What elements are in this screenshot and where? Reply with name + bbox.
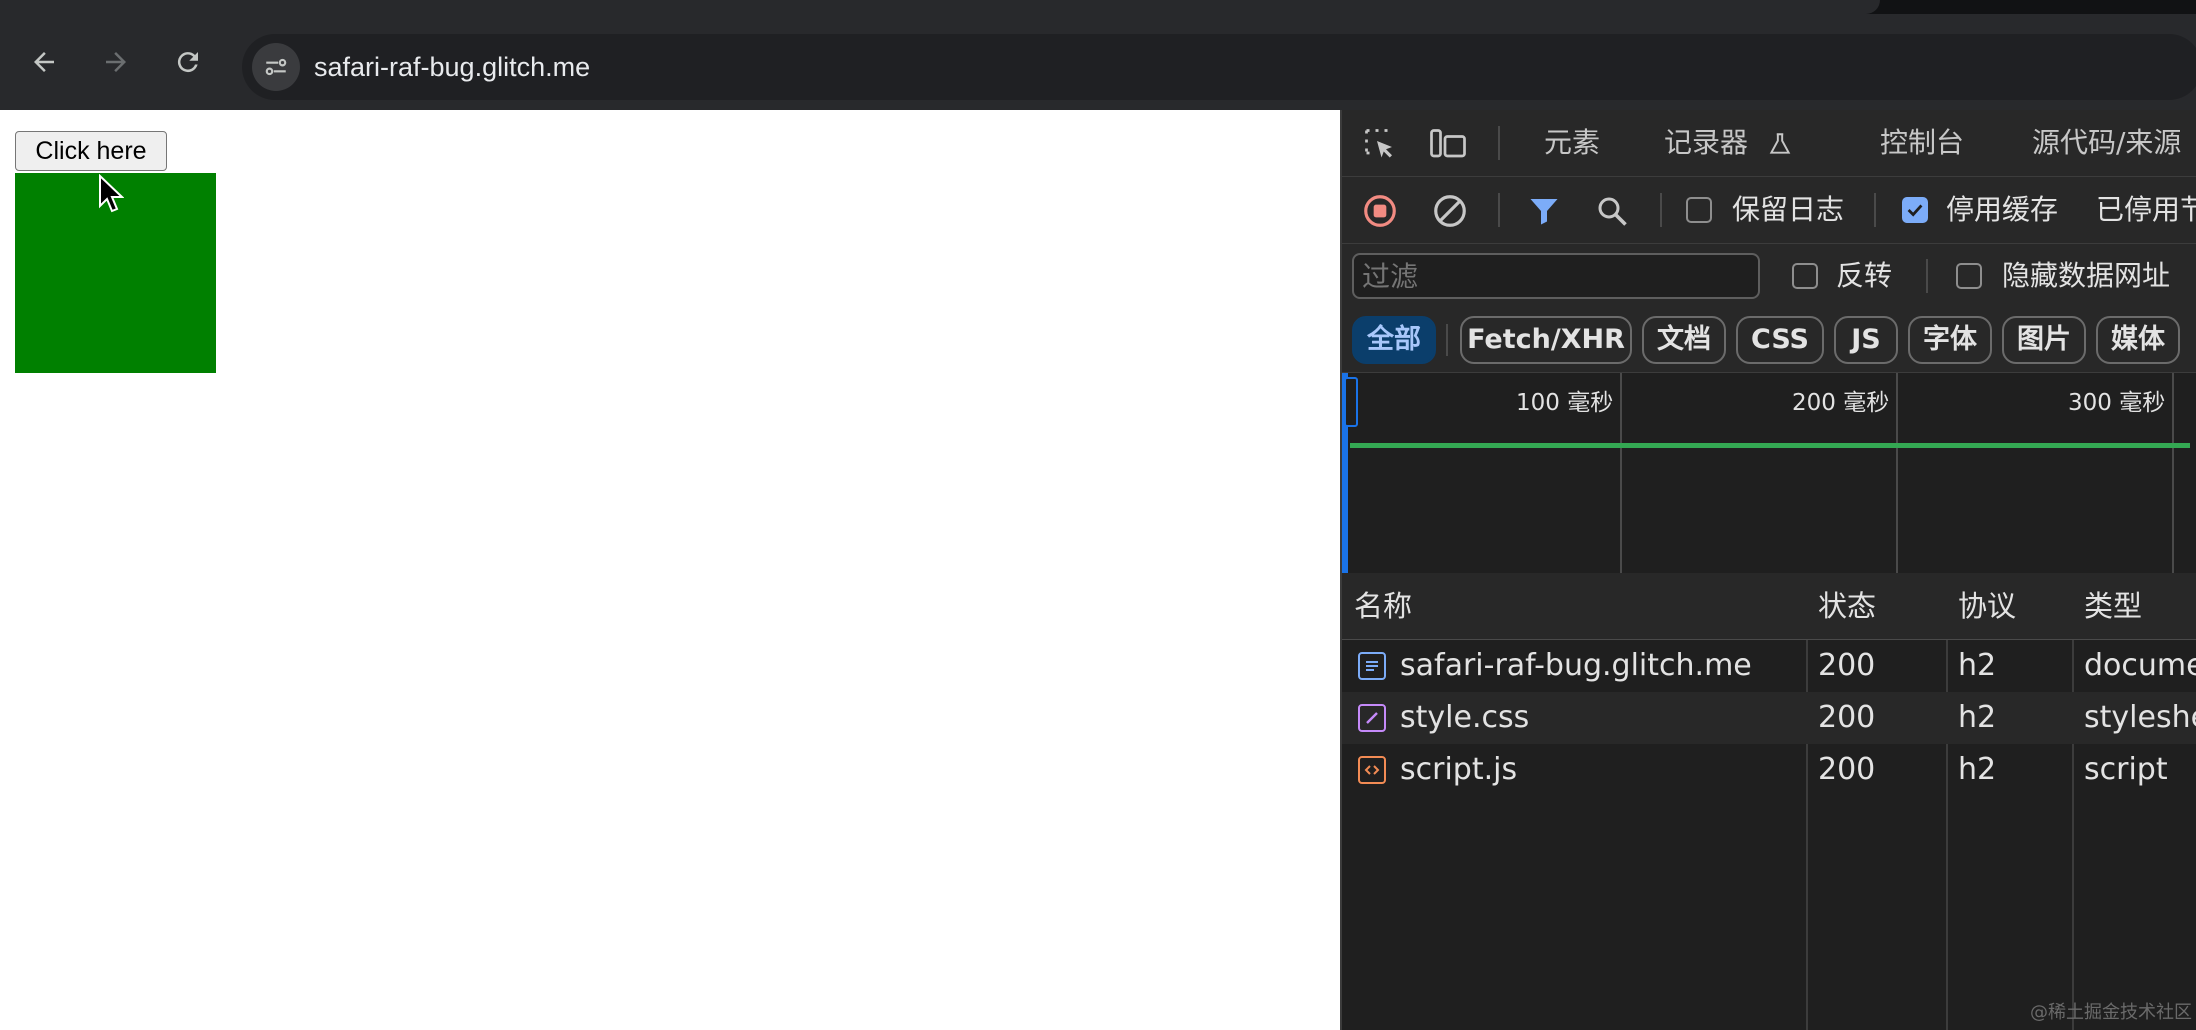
request-name: style.css bbox=[1400, 700, 1530, 735]
address-bar[interactable]: safari-raf-bug.glitch.me bbox=[242, 34, 2196, 100]
timeline-tick-label: 300 毫秒 bbox=[2068, 390, 2166, 416]
type-filter-fetch-xhr[interactable]: Fetch/XHR bbox=[1460, 316, 1632, 364]
type-filter-font[interactable]: 字体 bbox=[1908, 316, 1992, 364]
request-name: safari-raf-bug.glitch.me bbox=[1400, 648, 1752, 683]
type-filter-bar: 全部 Fetch/XHR 文档 CSS JS 字体 图片 媒体 bbox=[1342, 308, 2196, 373]
filter-input[interactable] bbox=[1352, 253, 1760, 299]
filter-separator bbox=[1926, 259, 1928, 293]
table-row[interactable]: script.js 200 h2 script bbox=[1342, 744, 2196, 796]
network-overview-timeline[interactable]: 100 毫秒 200 毫秒 300 毫秒 bbox=[1342, 373, 2196, 574]
timeline-gridline bbox=[1896, 373, 1898, 573]
forward-icon[interactable] bbox=[96, 42, 136, 82]
table-row[interactable]: safari-raf-bug.glitch.me 200 h2 document bbox=[1342, 640, 2196, 692]
timeline-tick-label: 200 毫秒 bbox=[1792, 390, 1890, 416]
request-type: document bbox=[2084, 648, 2196, 683]
browser-toolbar: safari-raf-bug.glitch.me bbox=[0, 14, 2196, 110]
preserve-log-checkbox[interactable] bbox=[1686, 197, 1712, 223]
filter-bar: 反转 隐藏数据网址 bbox=[1342, 244, 2196, 308]
request-protocol: h2 bbox=[1958, 648, 1997, 683]
mouse-cursor-icon bbox=[99, 174, 124, 213]
request-type: stylesheet bbox=[2084, 700, 2196, 735]
url-text[interactable]: safari-raf-bug.glitch.me bbox=[314, 34, 590, 100]
devtools-panel: 元素 记录器 控制台 源代码/来源 保留日志 停用缓存 已停用节 过滤 反转 隐… bbox=[1340, 110, 2196, 1030]
page-viewport: Click here bbox=[0, 110, 1340, 1030]
controls-separator bbox=[1874, 193, 1876, 227]
controls-separator bbox=[1498, 193, 1500, 227]
stylesheet-file-icon bbox=[1358, 704, 1386, 732]
controls-separator bbox=[1660, 193, 1662, 227]
type-filter-all[interactable]: 全部 bbox=[1352, 316, 1436, 364]
column-header-protocol[interactable]: 协议 bbox=[1958, 573, 2016, 639]
type-filter-media[interactable]: 媒体 bbox=[2096, 316, 2180, 364]
column-header-status[interactable]: 状态 bbox=[1818, 573, 1876, 639]
request-status: 200 bbox=[1818, 648, 1876, 683]
request-type: script bbox=[2084, 752, 2168, 787]
timeline-gridline bbox=[2172, 373, 2174, 573]
type-filter-img[interactable]: 图片 bbox=[2002, 316, 2086, 364]
clear-icon[interactable] bbox=[1430, 191, 1470, 231]
search-icon[interactable] bbox=[1592, 191, 1632, 231]
tab-console[interactable]: 控制台 bbox=[1880, 110, 1964, 176]
column-header-type[interactable]: 类型 bbox=[2084, 573, 2142, 639]
disable-cache-label: 停用缓存 bbox=[1946, 193, 2059, 226]
request-table: 名称 状态 协议 类型 safari-raf-bug.glitch.me 200… bbox=[1342, 573, 2196, 1030]
timeline-gridline bbox=[1620, 373, 1622, 573]
request-protocol: h2 bbox=[1958, 700, 1997, 735]
device-toolbar-icon[interactable] bbox=[1426, 124, 1470, 164]
tab-elements[interactable]: 元素 bbox=[1544, 110, 1600, 176]
network-controls: 保留日志 停用缓存 已停用节 bbox=[1342, 177, 2196, 244]
column-header-name[interactable]: 名称 bbox=[1354, 573, 1412, 639]
type-filter-css[interactable]: CSS bbox=[1736, 316, 1824, 364]
filter-icon[interactable] bbox=[1524, 191, 1564, 231]
chip-separator bbox=[1446, 324, 1448, 356]
flask-icon bbox=[1766, 130, 1794, 158]
hide-data-urls-checkbox[interactable] bbox=[1956, 263, 1982, 289]
type-filter-doc[interactable]: 文档 bbox=[1642, 316, 1726, 364]
document-file-icon bbox=[1358, 652, 1386, 680]
preserve-log-label: 保留日志 bbox=[1732, 193, 1845, 226]
click-here-button[interactable]: Click here bbox=[15, 131, 167, 171]
script-file-icon bbox=[1358, 756, 1386, 784]
inspect-element-icon[interactable] bbox=[1360, 124, 1400, 164]
type-filter-js[interactable]: JS bbox=[1834, 316, 1898, 364]
reload-icon[interactable] bbox=[168, 42, 208, 82]
request-name: script.js bbox=[1400, 752, 1518, 787]
tab-recorder[interactable]: 记录器 bbox=[1664, 110, 1748, 176]
stop-recording-icon[interactable] bbox=[1360, 191, 1400, 231]
tab-sources[interactable]: 源代码/来源 bbox=[2032, 110, 2181, 176]
invert-label: 反转 bbox=[1836, 259, 1893, 292]
table-header: 名称 状态 协议 类型 bbox=[1342, 573, 2196, 640]
request-protocol: h2 bbox=[1958, 752, 1997, 787]
invert-checkbox[interactable] bbox=[1792, 263, 1818, 289]
watermark: @稀土掘金技术社区 bbox=[2030, 1002, 2192, 1023]
site-info-icon[interactable] bbox=[252, 43, 300, 91]
timeline-tick-label: 100 毫秒 bbox=[1516, 390, 1614, 416]
active-tab[interactable] bbox=[0, 0, 1880, 14]
table-row[interactable]: style.css 200 h2 stylesheet bbox=[1342, 692, 2196, 744]
hide-data-urls-label: 隐藏数据网址 bbox=[2002, 259, 2171, 292]
disable-cache-checkbox[interactable] bbox=[1902, 197, 1928, 223]
timeline-handle[interactable] bbox=[1344, 377, 1358, 427]
request-status: 200 bbox=[1818, 752, 1876, 787]
devtools-tab-bar: 元素 记录器 控制台 源代码/来源 bbox=[1342, 110, 2196, 177]
timeline-activity-bar bbox=[1350, 443, 2190, 448]
throttling-select[interactable]: 已停用节 bbox=[2096, 177, 2196, 243]
request-status: 200 bbox=[1818, 700, 1876, 735]
back-icon[interactable] bbox=[24, 42, 64, 82]
tab-separator bbox=[1498, 126, 1500, 160]
